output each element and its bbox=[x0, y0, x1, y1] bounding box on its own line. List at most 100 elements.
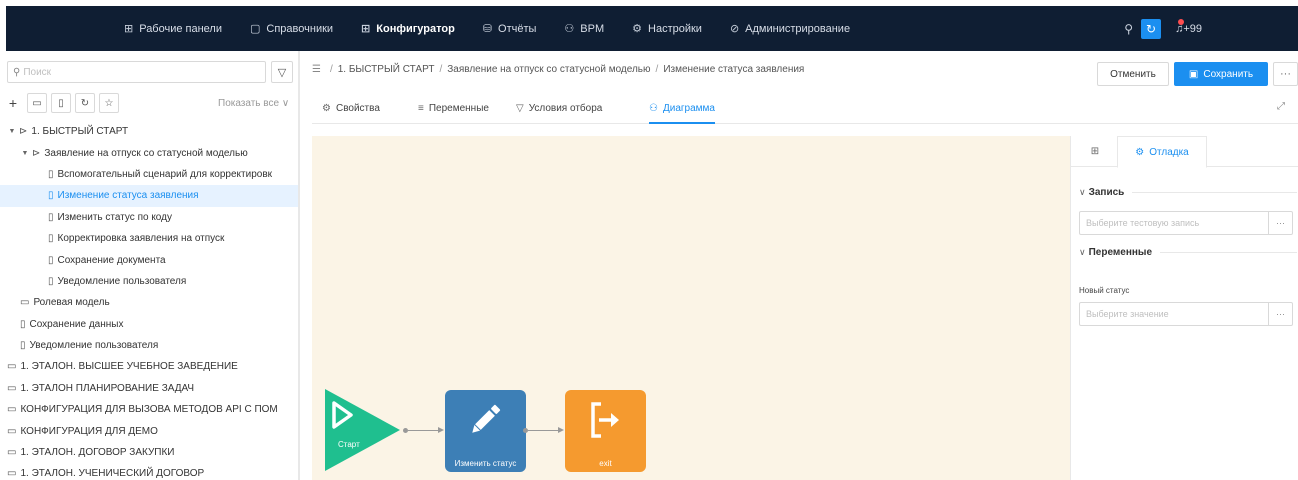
divider bbox=[1132, 192, 1297, 193]
document-icon: ▢ bbox=[250, 23, 261, 35]
exit-icon bbox=[591, 402, 619, 438]
tree-item-label: 1. ЭТАЛОН. УЧЕНИЧЕСКИЙ ДОГОВОР bbox=[20, 468, 205, 480]
tree-item[interactable]: ▭ 1. ЭТАЛОН. УЧЕНИЧЕСКИЙ ДОГОВОР bbox=[0, 463, 298, 480]
file-icon: ▯ bbox=[48, 190, 54, 202]
diagram-canvas[interactable]: Старт Изменить статус exit bbox=[312, 136, 1070, 480]
favorite-button[interactable]: ☆ bbox=[99, 93, 119, 113]
filter-icon: ▽ bbox=[516, 103, 524, 114]
tree-item-label: Вспомогательный сценарий для корректиров… bbox=[57, 168, 273, 180]
refresh-icon: ↻ bbox=[80, 97, 90, 109]
tree-item-label: 1. ЭТАЛОН. ВЫСШЕЕ УЧЕБНОЕ ЗАВЕДЕНИЕ bbox=[20, 361, 238, 373]
new-status-field[interactable]: Выберите значение ··· bbox=[1079, 302, 1293, 326]
tree-item[interactable]: ▯ Уведомление пользователя bbox=[0, 271, 298, 292]
file-icon: ▯ bbox=[48, 233, 54, 245]
admin-icon: ⊘ bbox=[729, 23, 740, 35]
refresh-button[interactable]: ↻ bbox=[1141, 18, 1162, 39]
save-button[interactable]: ▣ Сохранить bbox=[1174, 62, 1268, 86]
top-navigation-bar: ⊞ Рабочие панели ▢ Справочники ⊞ Конфигуратор… bbox=[6, 6, 1298, 51]
tree-item[interactable]: ▯ Сохранение документа bbox=[0, 249, 298, 270]
file-icon: ▯ bbox=[48, 211, 54, 223]
refresh-button[interactable]: ↻ bbox=[75, 93, 95, 113]
tree-item-label: Заявление на отпуск со статусной моделью bbox=[44, 147, 248, 159]
nav-item[interactable]: ⛁ Отчёты bbox=[483, 22, 537, 36]
nav-item[interactable]: ⚙ Настройки bbox=[632, 22, 702, 36]
tree-item[interactable]: ▭ 1. ЭТАЛОН. ВЫСШЕЕ УЧЕБНОЕ ЗАВЕДЕНИЕ bbox=[0, 356, 298, 377]
search-input[interactable]: ⚲ Поиск bbox=[7, 61, 266, 83]
panel-tabs: ⊞ ⚙ Отладка bbox=[1071, 136, 1298, 168]
tab-filter[interactable]: ▽ Условия отбора bbox=[516, 94, 602, 123]
save-label: Сохранить bbox=[1203, 68, 1254, 80]
add-button[interactable]: + bbox=[7, 95, 19, 111]
pencil-icon bbox=[472, 404, 501, 433]
connector-arrow bbox=[558, 427, 564, 433]
new-status-placeholder: Выберите значение bbox=[1086, 309, 1169, 319]
breadcrumb-item[interactable]: 1. БЫСТРЫЙ СТАРТ bbox=[338, 64, 435, 75]
menu-collapse-icon[interactable]: ☰ bbox=[312, 64, 321, 75]
notifications-button[interactable]: ♫+99 bbox=[1175, 18, 1202, 35]
variables-section-title: Переменные bbox=[1088, 247, 1153, 258]
tree-item-label: Сохранение документа bbox=[57, 254, 166, 266]
tree-item[interactable]: ▭ 1. ЭТАЛОН ПЛАНИРОВАНИЕ ЗАДАЧ bbox=[0, 378, 298, 399]
expand-icon[interactable]: ⤢ bbox=[1277, 101, 1285, 112]
nav-item-label: Справочники bbox=[266, 22, 334, 35]
tab-gear[interactable]: ⚙ Свойства bbox=[322, 94, 380, 123]
tree-item[interactable]: ▭ 1. ЭТАЛОН. ДОГОВОР ЗАКУПКИ bbox=[0, 442, 298, 463]
filter-button[interactable]: ▽ bbox=[271, 61, 293, 83]
nav-item[interactable]: ⚇ BPM bbox=[564, 22, 604, 36]
tree-item[interactable]: ▭ КОНФИГУРАЦИЯ ДЛЯ ДЕМО bbox=[0, 420, 298, 441]
tree-item[interactable]: ▼ ⊳ 1. БЫСТРЫЙ СТАРТ bbox=[0, 121, 298, 142]
tab-components[interactable]: ⊞ bbox=[1077, 136, 1113, 167]
expand-arrow-icon[interactable]: ▼ bbox=[7, 128, 17, 135]
more-button[interactable]: ··· bbox=[1273, 62, 1298, 86]
bug-icon: ⚙ bbox=[1135, 146, 1145, 158]
nav-item[interactable]: ⊞ Конфигуратор bbox=[361, 22, 455, 36]
tree-item[interactable]: ▭ КОНФИГУРАЦИЯ ДЛЯ ВЫЗОВА МЕТОДОВ API С П… bbox=[0, 399, 298, 420]
search-icon[interactable]: ⚲ bbox=[1124, 22, 1133, 36]
tab-list[interactable]: ≡ Переменные bbox=[418, 94, 489, 123]
cancel-button[interactable]: Отменить bbox=[1097, 62, 1169, 86]
filter-icon: ▽ bbox=[277, 66, 287, 79]
breadcrumb-item[interactable]: Заявление на отпуск со статусной моделью bbox=[447, 64, 650, 75]
tree-item[interactable]: ▯ Изменить статус по коду bbox=[0, 207, 298, 228]
folder-button[interactable]: ▭ bbox=[27, 93, 47, 113]
search-icon: ⚲ bbox=[13, 66, 21, 78]
delete-button[interactable]: ▯ bbox=[51, 93, 71, 113]
select-value-button[interactable]: ··· bbox=[1268, 303, 1292, 325]
expand-arrow-icon[interactable]: ▼ bbox=[20, 150, 30, 157]
tree-item[interactable]: ▼ ⊳ Заявление на отпуск со статусной модел… bbox=[0, 142, 298, 163]
folder-open-icon: ⊳ bbox=[32, 147, 41, 159]
tree-item-label: 1. ЭТАЛОН ПЛАНИРОВАНИЕ ЗАДАЧ bbox=[20, 382, 195, 394]
tree-item[interactable]: ▭ Ролевая модель bbox=[0, 292, 298, 313]
start-shape bbox=[325, 389, 400, 471]
tree-item[interactable]: ▯ Вспомогательный сценарий для корректиро… bbox=[0, 164, 298, 185]
divider bbox=[1160, 252, 1297, 253]
start-node[interactable] bbox=[325, 389, 400, 471]
select-record-button[interactable]: ··· bbox=[1268, 212, 1292, 234]
tree-item[interactable]: ▯ Сохранение данных bbox=[0, 314, 298, 335]
folder-icon: ▭ bbox=[7, 361, 17, 373]
test-record-field[interactable]: Выберите тестовую запись ··· bbox=[1079, 211, 1293, 235]
record-section-title: Запись bbox=[1088, 187, 1125, 198]
breadcrumb-item[interactable]: Изменение статуса заявления bbox=[663, 64, 804, 75]
nav-item[interactable]: ⊘ Администрирование bbox=[729, 22, 850, 36]
new-status-label: Новый статус bbox=[1079, 286, 1130, 295]
show-all-toggle[interactable]: Показать все ∨ bbox=[218, 98, 289, 109]
exit-node[interactable]: exit bbox=[565, 390, 646, 472]
tree-item[interactable]: ▯ Корректировка заявления на отпуск bbox=[0, 228, 298, 249]
variables-section-header[interactable]: ∨ Переменные bbox=[1079, 247, 1297, 258]
tab-debug[interactable]: ⚙ Отладка bbox=[1117, 136, 1207, 168]
nav-item[interactable]: ▢ Справочники bbox=[250, 22, 334, 36]
tree-item[interactable]: ▯ Изменение статуса заявления bbox=[0, 185, 298, 207]
tree-item[interactable]: ▯ Уведомление пользователя bbox=[0, 335, 298, 356]
change-status-node[interactable]: Изменить статус bbox=[445, 390, 526, 472]
list-icon: ≡ bbox=[418, 103, 424, 114]
record-section-header[interactable]: ∨ Запись bbox=[1079, 187, 1297, 198]
tree-item-label: Изменение статуса заявления bbox=[57, 190, 199, 202]
nav-item[interactable]: ⊞ Рабочие панели bbox=[124, 22, 222, 36]
tree-item-label: Уведомление пользователя bbox=[29, 340, 159, 352]
tree-toolbar: + ▭ ▯ ↻ ☆ bbox=[7, 93, 123, 113]
tab-diagram[interactable]: ⚇ Диаграмма bbox=[649, 94, 715, 124]
file-icon: ▯ bbox=[48, 254, 54, 266]
tree-item-label: 1. БЫСТРЫЙ СТАРТ bbox=[31, 126, 129, 138]
breadcrumb-separator: / bbox=[439, 64, 443, 75]
